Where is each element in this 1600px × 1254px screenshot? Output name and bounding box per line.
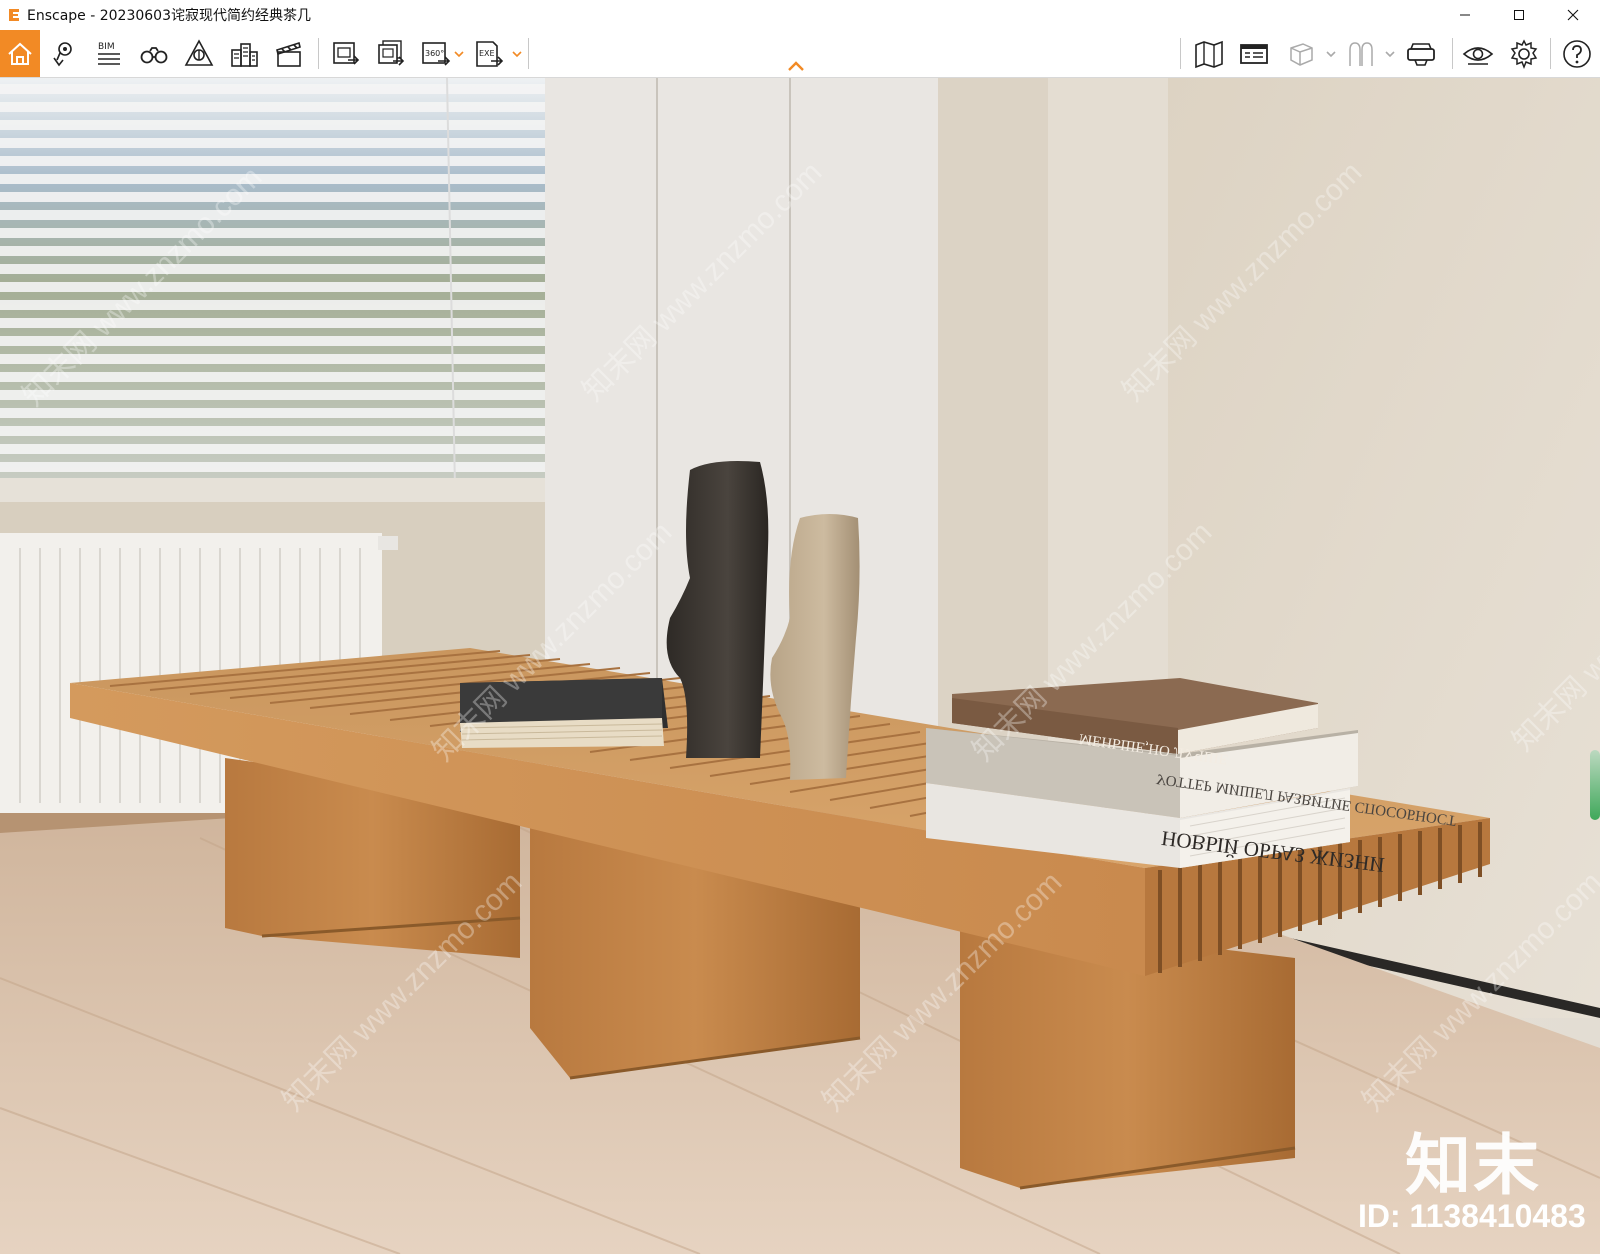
panorama-button[interactable]: 360° [415,30,457,77]
presentation-icon [1240,43,1268,64]
enscape-logo-icon [9,9,19,21]
render-viewport[interactable]: МЕНЬШЕ,НО ЛУЧШЕ УОТТЕР МИШЕЛ РАЗВИТИЕ СП… [0,78,1600,1254]
home-button[interactable] [0,30,40,77]
eye-icon [1462,46,1494,65]
views-button[interactable] [42,30,84,77]
exe-export-icon: EXE [476,40,504,67]
map-icon [1195,40,1223,68]
buildings-icon [231,42,258,67]
buildings-button[interactable] [223,30,265,77]
minimize-button[interactable] [1438,0,1492,30]
collaboration-button[interactable] [1340,30,1382,77]
collapse-toolbar-caret-icon[interactable] [786,59,806,73]
binoculars-icon [140,46,168,63]
presentation-button[interactable] [1233,30,1275,77]
bim-button[interactable]: BIM [87,30,129,77]
svg-text:360°: 360° [425,49,444,58]
chevron-down-icon [1385,51,1395,58]
batch-render-button[interactable] [370,30,412,77]
screenshot-export-icon [333,41,360,65]
help-icon [1563,39,1591,68]
watermark-id: ID: 1138410483 [1358,1198,1586,1234]
walk-mode-button[interactable] [133,30,175,77]
svg-text:BIM: BIM [98,42,115,52]
rendered-scene [0,78,1600,1254]
settings-button[interactable] [1503,30,1545,77]
map-button[interactable] [1188,30,1230,77]
close-button[interactable] [1546,0,1600,30]
cube-icon [1290,42,1313,66]
help-button[interactable] [1556,30,1598,77]
watermark-logo: 知末 [1405,1127,1541,1204]
panorama-dropdown[interactable] [452,44,466,64]
clapperboard-icon [276,41,301,67]
bim-icon: BIM [98,42,120,65]
svg-text:EXE: EXE [479,49,495,58]
cube-dropdown[interactable] [1324,44,1338,64]
collaboration-dropdown[interactable] [1383,44,1397,64]
vr-button[interactable] [1400,30,1442,77]
people-icon [1349,41,1373,66]
maximize-icon [1514,10,1524,20]
chevron-down-icon [454,51,464,58]
cube-button[interactable] [1280,30,1322,77]
close-icon [1567,9,1579,21]
maximize-button[interactable] [1492,0,1546,30]
scroll-indicator[interactable] [1590,750,1600,820]
toolbar-separator [1550,38,1551,69]
exe-export-dropdown[interactable] [510,44,524,64]
black-book [460,678,668,748]
window-controls [1438,0,1600,30]
screenshot-button[interactable] [325,30,367,77]
minimize-icon [1460,14,1470,16]
video-editor-button[interactable] [268,30,310,77]
toolbar-separator [318,38,319,69]
home-icon [8,42,32,65]
asset-library-icon [184,38,214,66]
window-title: Enscape - 20230603诧寂现代简约经典茶几 [27,8,311,24]
location-pin-icon [53,41,72,66]
window-blinds [0,78,545,489]
title-bar: Enscape - 20230603诧寂现代简约经典茶几 [0,0,1600,30]
gear-icon [1510,38,1538,69]
chevron-down-icon [1326,51,1336,58]
vr-headset-icon [1407,42,1435,66]
toolbar-separator [528,38,529,69]
visual-settings-button[interactable] [1457,30,1499,77]
toolbar-separator [1180,38,1181,69]
asset-library-button[interactable] [178,30,220,77]
book-stack [926,678,1358,868]
exe-export-button[interactable]: EXE [468,30,510,77]
batch-render-icon [378,39,405,66]
chevron-down-icon [512,51,522,58]
toolbar-separator [1452,38,1453,69]
panorama-360-icon: 360° [422,41,451,66]
